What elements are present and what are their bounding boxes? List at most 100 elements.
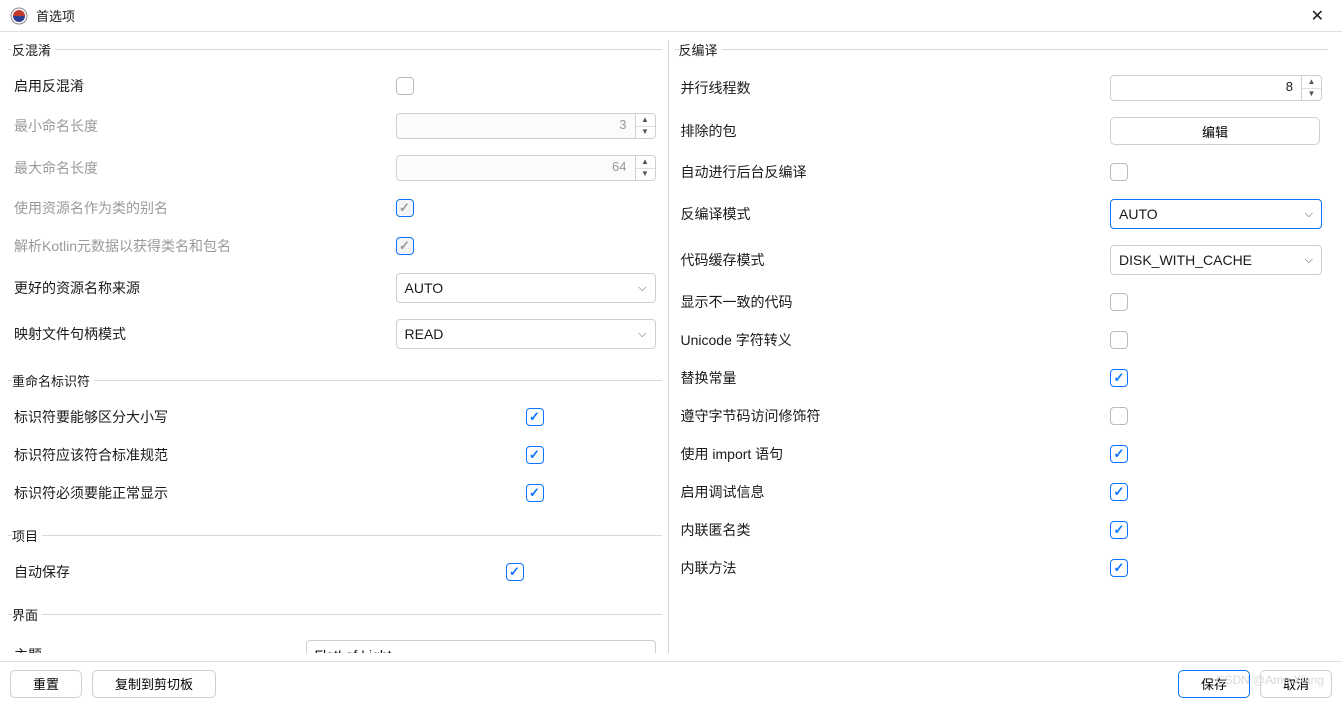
chevron-down-icon: ⌵ <box>638 649 646 654</box>
parse-kotlin-label: 解析Kotlin元数据以获得类名和包名 <box>14 236 396 256</box>
inline-method-label: 内联方法 <box>681 558 1111 578</box>
row-id-case: 标识符要能够区分大小写 <box>8 398 662 436</box>
autosave-label: 自动保存 <box>14 562 506 582</box>
row-better-source: 更好的资源名称来源 AUTO ⌵ <box>8 265 662 311</box>
threads-spinner[interactable]: 8 ▲▼ <box>1110 75 1322 101</box>
exclude-pkg-label: 排除的包 <box>681 121 1111 141</box>
group-project: 项目 自动保存 <box>8 526 662 595</box>
enable-debug-label: 启用调试信息 <box>681 482 1111 502</box>
left-pane: 反混淆 启用反混淆 最小命名长度 3 ▲▼ 最大命名长度 64 <box>8 40 669 653</box>
better-source-label: 更好的资源名称来源 <box>14 278 396 298</box>
decompile-mode-label: 反编译模式 <box>681 204 1111 224</box>
row-bytecode-modifier: 遵守字节码访问修饰符 <box>675 397 1329 435</box>
theme-value: FlatLaf Light <box>315 647 392 653</box>
row-max-len: 最大命名长度 64 ▲▼ <box>8 147 662 189</box>
group-decompile-legend: 反编译 <box>679 40 722 59</box>
inline-method-checkbox[interactable] <box>1110 559 1128 577</box>
cache-mode-select[interactable]: DISK_WITH_CACHE ⌵ <box>1110 245 1322 275</box>
min-len-label: 最小命名长度 <box>14 116 396 136</box>
row-decompile-mode: 反编译模式 AUTO ⌵ <box>675 191 1329 237</box>
replace-const-checkbox[interactable] <box>1110 369 1128 387</box>
unicode-escape-label: Unicode 字符转义 <box>681 330 1111 350</box>
row-id-display: 标识符必须要能正常显示 <box>8 474 662 512</box>
cache-mode-label: 代码缓存模式 <box>681 250 1111 270</box>
chevron-down-icon: ⌵ <box>1305 208 1313 221</box>
replace-const-label: 替换常量 <box>681 368 1111 388</box>
enable-deob-checkbox[interactable] <box>396 77 414 95</box>
enable-debug-checkbox[interactable] <box>1110 483 1128 501</box>
row-map-handle: 映射文件句柄模式 READ ⌵ <box>8 311 662 357</box>
decompile-mode-select[interactable]: AUTO ⌵ <box>1110 199 1322 229</box>
threads-stepper[interactable]: ▲▼ <box>1302 75 1322 101</box>
enable-deob-label: 启用反混淆 <box>14 76 396 96</box>
map-handle-select[interactable]: READ ⌵ <box>396 319 656 349</box>
bytecode-modifier-checkbox[interactable] <box>1110 407 1128 425</box>
theme-select[interactable]: FlatLaf Light ⌵ <box>306 640 656 653</box>
better-source-select[interactable]: AUTO ⌵ <box>396 273 656 303</box>
content-area: 反混淆 启用反混淆 最小命名长度 3 ▲▼ 最大命名长度 64 <box>0 32 1342 661</box>
chevron-down-icon: ⌵ <box>638 328 646 341</box>
group-deobfuscate: 反混淆 启用反混淆 最小命名长度 3 ▲▼ 最大命名长度 64 <box>8 40 662 361</box>
row-id-standard: 标识符应该符合标准规范 <box>8 436 662 474</box>
close-icon[interactable]: ✕ <box>1303 2 1332 30</box>
id-display-label: 标识符必须要能正常显示 <box>14 483 526 503</box>
group-decompile: 反编译 并行线程数 8 ▲▼ 排除的包 编辑 自动进行后台反编译 <box>675 40 1329 591</box>
id-display-checkbox[interactable] <box>526 484 544 502</box>
row-cache-mode: 代码缓存模式 DISK_WITH_CACHE ⌵ <box>675 237 1329 283</box>
min-len-spinner: 3 ▲▼ <box>396 113 656 139</box>
row-inline-anon: 内联匿名类 <box>675 511 1329 549</box>
row-min-len: 最小命名长度 3 ▲▼ <box>8 105 662 147</box>
inline-anon-checkbox[interactable] <box>1110 521 1128 539</box>
auto-bg-checkbox[interactable] <box>1110 163 1128 181</box>
decompile-mode-value: AUTO <box>1119 206 1158 222</box>
inline-anon-label: 内联匿名类 <box>681 520 1111 540</box>
id-case-label: 标识符要能够区分大小写 <box>14 407 526 427</box>
min-len-stepper: ▲▼ <box>636 113 656 139</box>
cancel-button[interactable]: 取消 <box>1260 670 1332 698</box>
chevron-down-icon: ⌵ <box>638 282 646 295</box>
threads-value[interactable]: 8 <box>1110 75 1302 101</box>
group-deobfuscate-legend: 反混淆 <box>12 40 55 59</box>
id-case-checkbox[interactable] <box>526 408 544 426</box>
bytecode-modifier-label: 遵守字节码访问修饰符 <box>681 406 1111 426</box>
row-inline-method: 内联方法 <box>675 549 1329 587</box>
group-ui: 界面 主题 FlatLaf Light ⌵ 编辑器主题 default ⌵ <box>8 605 662 653</box>
use-import-label: 使用 import 语句 <box>681 444 1111 464</box>
show-inconsistent-checkbox[interactable] <box>1110 293 1128 311</box>
threads-label: 并行线程数 <box>681 78 1111 98</box>
max-len-value: 64 <box>396 155 636 181</box>
show-inconsistent-label: 显示不一致的代码 <box>681 292 1111 312</box>
group-ui-legend: 界面 <box>12 605 42 624</box>
row-show-inconsistent: 显示不一致的代码 <box>675 283 1329 321</box>
row-use-import: 使用 import 语句 <box>675 435 1329 473</box>
footer-bar: 重置 复制到剪切板 保存 取消 <box>0 661 1342 705</box>
row-unicode-escape: Unicode 字符转义 <box>675 321 1329 359</box>
edit-exclude-button[interactable]: 编辑 <box>1110 117 1320 145</box>
use-import-checkbox[interactable] <box>1110 445 1128 463</box>
row-parse-kotlin: 解析Kotlin元数据以获得类名和包名 <box>8 227 662 265</box>
window-title: 首选项 <box>36 6 1303 25</box>
chevron-down-icon: ⌵ <box>1305 254 1313 267</box>
id-standard-label: 标识符应该符合标准规范 <box>14 445 526 465</box>
copy-clipboard-button[interactable]: 复制到剪切板 <box>92 670 216 698</box>
unicode-escape-checkbox[interactable] <box>1110 331 1128 349</box>
group-rename-legend: 重命名标识符 <box>12 371 94 390</box>
save-button[interactable]: 保存 <box>1178 670 1250 698</box>
row-enable-debug: 启用调试信息 <box>675 473 1329 511</box>
theme-label: 主题 <box>14 645 306 653</box>
parse-kotlin-checkbox <box>396 237 414 255</box>
reset-button[interactable]: 重置 <box>10 670 82 698</box>
autosave-checkbox[interactable] <box>506 563 524 581</box>
id-standard-checkbox[interactable] <box>526 446 544 464</box>
min-len-value: 3 <box>396 113 636 139</box>
map-handle-label: 映射文件句柄模式 <box>14 324 396 344</box>
title-bar: 首选项 ✕ <box>0 0 1342 32</box>
row-autosave: 自动保存 <box>8 553 662 591</box>
row-exclude-pkg: 排除的包 编辑 <box>675 109 1329 153</box>
app-icon <box>10 7 28 25</box>
max-len-spinner: 64 ▲▼ <box>396 155 656 181</box>
row-threads: 并行线程数 8 ▲▼ <box>675 67 1329 109</box>
group-rename: 重命名标识符 标识符要能够区分大小写 标识符应该符合标准规范 标识符必须要能正常… <box>8 371 662 516</box>
row-auto-bg: 自动进行后台反编译 <box>675 153 1329 191</box>
auto-bg-label: 自动进行后台反编译 <box>681 162 1111 182</box>
